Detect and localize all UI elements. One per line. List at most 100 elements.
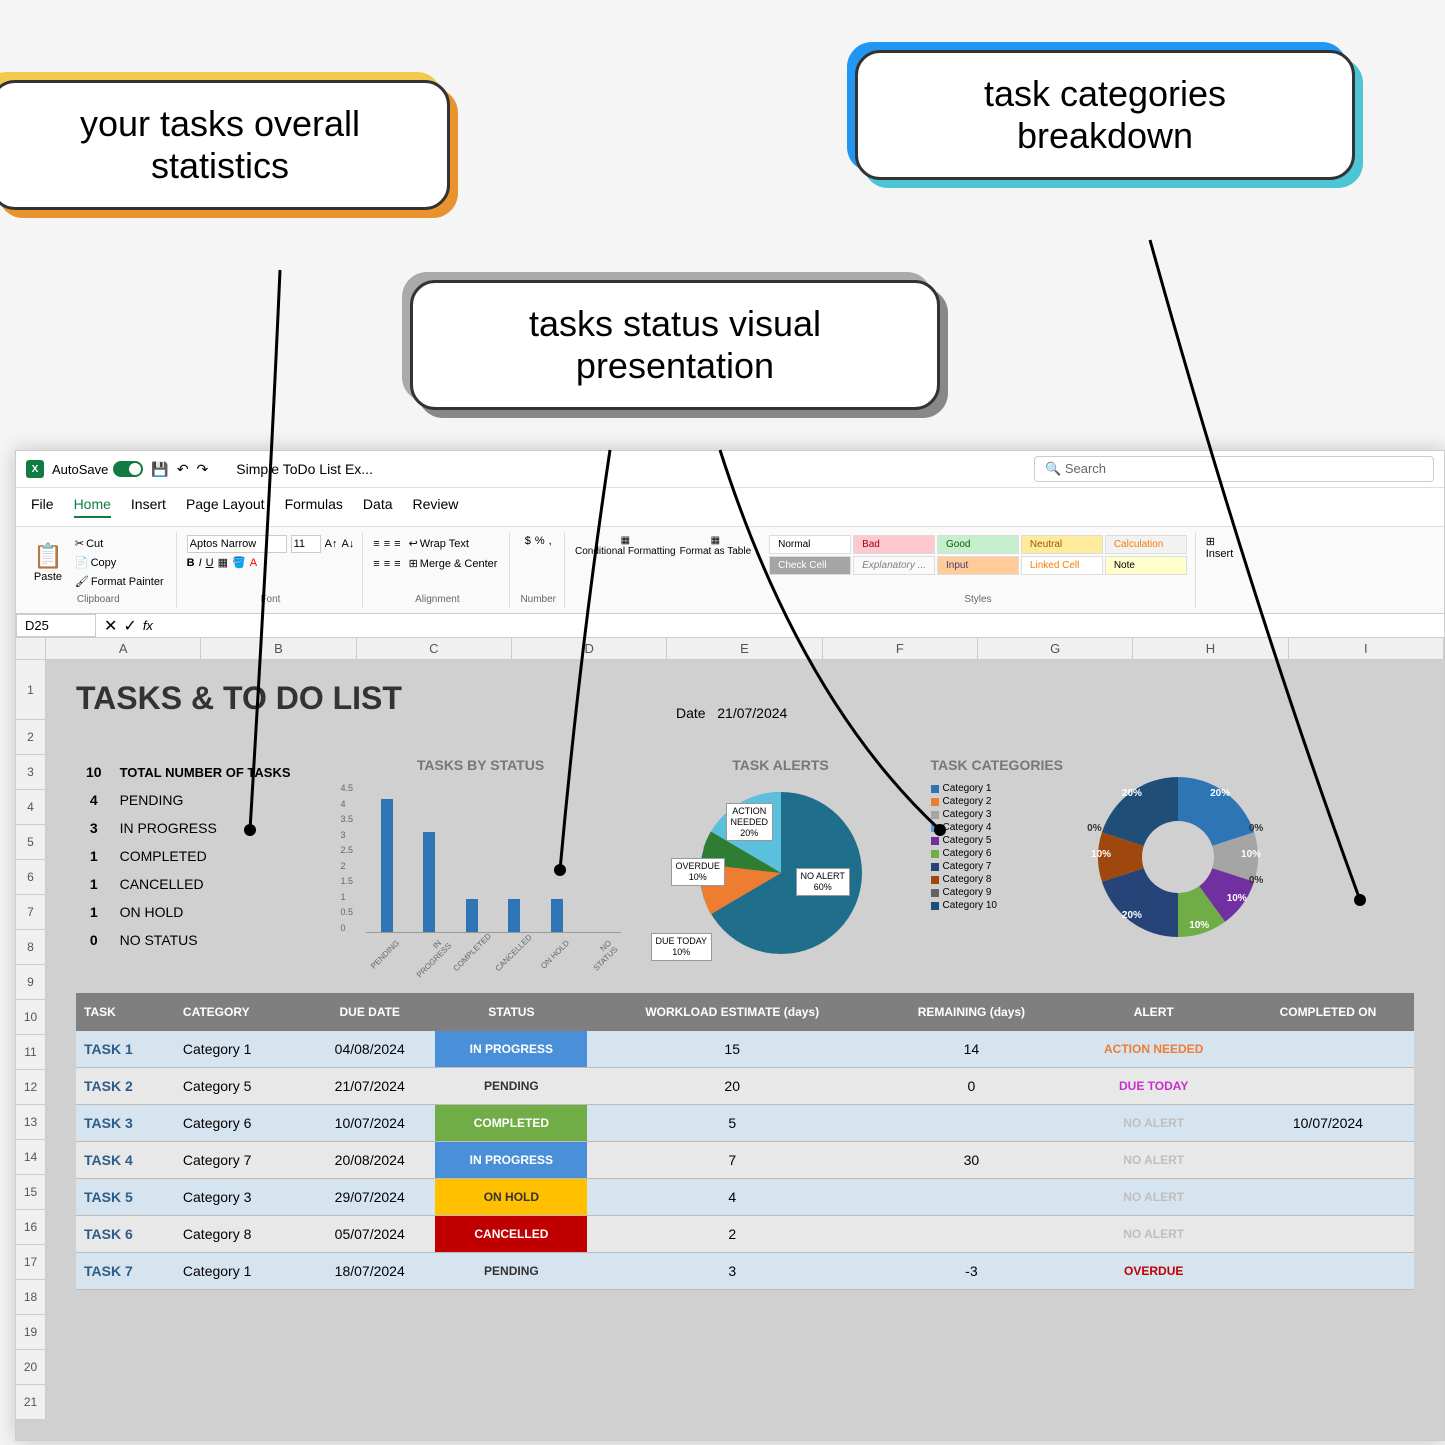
row-header[interactable]: 3 — [16, 755, 46, 790]
tab-formulas[interactable]: Formulas — [285, 496, 343, 518]
tab-home[interactable]: Home — [74, 496, 111, 518]
tab-page-layout[interactable]: Page Layout — [186, 496, 265, 518]
format-painter-button[interactable]: 🖌 Format Painter — [71, 573, 168, 590]
row-header[interactable]: 6 — [16, 860, 46, 895]
table-row[interactable]: TASK 6 Category 8 05/07/2024 CANCELLED 2… — [76, 1216, 1414, 1253]
pie-label-action: ACTIONNEEDED20% — [726, 803, 774, 841]
col-I[interactable]: I — [1289, 638, 1444, 659]
align-left-icon[interactable]: ≡ — [373, 558, 379, 570]
table-row[interactable]: TASK 5 Category 3 29/07/2024 ON HOLD 4 N… — [76, 1179, 1414, 1216]
style-explanatory[interactable]: Explanatory ... — [853, 556, 935, 575]
conditional-formatting-button[interactable]: ▦Conditional Formatting — [575, 535, 676, 557]
increase-font-icon[interactable]: A↑ — [325, 538, 338, 550]
table-row[interactable]: TASK 2 Category 5 21/07/2024 PENDING 20 … — [76, 1068, 1414, 1105]
style-input[interactable]: Input — [937, 556, 1019, 575]
table-row[interactable]: TASK 1 Category 1 04/08/2024 IN PROGRESS… — [76, 1031, 1414, 1068]
font-color-button[interactable]: A — [250, 557, 257, 569]
font-name-select[interactable] — [187, 535, 287, 553]
row-header[interactable]: 11 — [16, 1035, 46, 1070]
fx-icon[interactable]: fx — [143, 618, 153, 633]
row-header[interactable]: 20 — [16, 1350, 46, 1385]
style-bad[interactable]: Bad — [853, 535, 935, 554]
col-A[interactable]: A — [46, 638, 201, 659]
percent-icon[interactable]: % — [535, 535, 545, 547]
row-header[interactable]: 12 — [16, 1070, 46, 1105]
row-header[interactable]: 4 — [16, 790, 46, 825]
redo-icon[interactable]: ↷ — [197, 461, 209, 478]
bold-button[interactable]: B — [187, 557, 195, 569]
row-header[interactable]: 7 — [16, 895, 46, 930]
align-right-icon[interactable]: ≡ — [394, 558, 400, 570]
undo-icon[interactable]: ↶ — [177, 461, 189, 478]
tab-review[interactable]: Review — [413, 496, 459, 518]
copy-button[interactable]: 📄 Copy — [71, 554, 168, 571]
align-center-icon[interactable]: ≡ — [384, 558, 390, 570]
col-G[interactable]: G — [978, 638, 1133, 659]
row-header[interactable]: 19 — [16, 1315, 46, 1350]
col-F[interactable]: F — [823, 638, 978, 659]
row-header[interactable]: 9 — [16, 965, 46, 1000]
col-E[interactable]: E — [667, 638, 822, 659]
border-button[interactable]: ▦ — [218, 556, 228, 569]
style-good[interactable]: Good — [937, 535, 1019, 554]
name-box[interactable] — [16, 614, 96, 637]
wrap-text-button[interactable]: ↩ Wrap Text — [405, 535, 473, 552]
table-header: COMPLETED ON — [1242, 993, 1414, 1031]
col-D[interactable]: D — [512, 638, 667, 659]
style-calculation[interactable]: Calculation — [1105, 535, 1187, 554]
col-H[interactable]: H — [1133, 638, 1288, 659]
fill-color-button[interactable]: 🪣 — [232, 556, 246, 569]
italic-button[interactable]: I — [199, 557, 202, 569]
style-normal[interactable]: Normal — [769, 535, 851, 554]
tab-file[interactable]: File — [31, 496, 54, 518]
style-note[interactable]: Note — [1105, 556, 1187, 575]
currency-icon[interactable]: $ — [525, 535, 531, 547]
row-header[interactable]: 17 — [16, 1245, 46, 1280]
style-check-cell[interactable]: Check Cell — [769, 556, 851, 575]
align-top-icon[interactable]: ≡ — [373, 538, 379, 550]
donut-chart: 20%0%10%0%10%10%20%10%0%20% — [1078, 757, 1278, 957]
search-input[interactable]: 🔍 Search — [1034, 456, 1434, 482]
font-size-select[interactable] — [291, 535, 321, 553]
table-row[interactable]: TASK 7 Category 1 18/07/2024 PENDING 3 -… — [76, 1253, 1414, 1290]
legend-item: Category 9 — [931, 887, 1064, 898]
fx-confirm-icon[interactable]: ✓ — [123, 616, 136, 636]
worksheet[interactable]: 123456789101112131415161718192021 TASKS … — [16, 660, 1444, 1440]
underline-button[interactable]: U — [206, 557, 214, 569]
col-B[interactable]: B — [201, 638, 356, 659]
col-C[interactable]: C — [357, 638, 512, 659]
style-linked-cell[interactable]: Linked Cell — [1021, 556, 1103, 575]
decrease-font-icon[interactable]: A↓ — [341, 538, 354, 550]
row-header[interactable]: 18 — [16, 1280, 46, 1315]
tab-data[interactable]: Data — [363, 496, 393, 518]
format-as-table-button[interactable]: ▦Format as Table — [680, 535, 752, 557]
row-header[interactable]: 16 — [16, 1210, 46, 1245]
style-neutral[interactable]: Neutral — [1021, 535, 1103, 554]
table-row[interactable]: TASK 4 Category 7 20/08/2024 IN PROGRESS… — [76, 1142, 1414, 1179]
save-icon[interactable]: 💾 — [151, 461, 168, 478]
tab-insert[interactable]: Insert — [131, 496, 166, 518]
stats-list: 10TOTAL NUMBER OF TASKS4PENDING3IN PROGR… — [76, 757, 301, 963]
row-header[interactable]: 13 — [16, 1105, 46, 1140]
row-header[interactable]: 15 — [16, 1175, 46, 1210]
row-header[interactable]: 8 — [16, 930, 46, 965]
row-header[interactable]: 1 — [16, 660, 46, 720]
pie-label-noalert: NO ALERT60% — [796, 868, 850, 896]
insert-button[interactable]: ⊞Insert — [1206, 535, 1234, 560]
row-header[interactable]: 10 — [16, 1000, 46, 1035]
row-header[interactable]: 5 — [16, 825, 46, 860]
row-header[interactable]: 2 — [16, 720, 46, 755]
row-header[interactable]: 21 — [16, 1385, 46, 1420]
fx-cancel-icon[interactable]: ✕ — [104, 616, 117, 636]
autosave-switch-icon[interactable] — [113, 461, 143, 477]
row-header[interactable]: 14 — [16, 1140, 46, 1175]
table-row[interactable]: TASK 3 Category 6 10/07/2024 COMPLETED 5… — [76, 1105, 1414, 1142]
align-mid-icon[interactable]: ≡ — [384, 538, 390, 550]
paste-button[interactable]: 📋 Paste — [29, 538, 67, 587]
bar — [466, 899, 478, 932]
autosave-toggle[interactable]: AutoSave — [52, 461, 143, 477]
align-bot-icon[interactable]: ≡ — [394, 538, 400, 550]
merge-center-button[interactable]: ⊞ Merge & Center — [405, 555, 502, 572]
cut-button[interactable]: ✂ Cut — [71, 535, 168, 552]
comma-icon[interactable]: , — [549, 535, 552, 547]
